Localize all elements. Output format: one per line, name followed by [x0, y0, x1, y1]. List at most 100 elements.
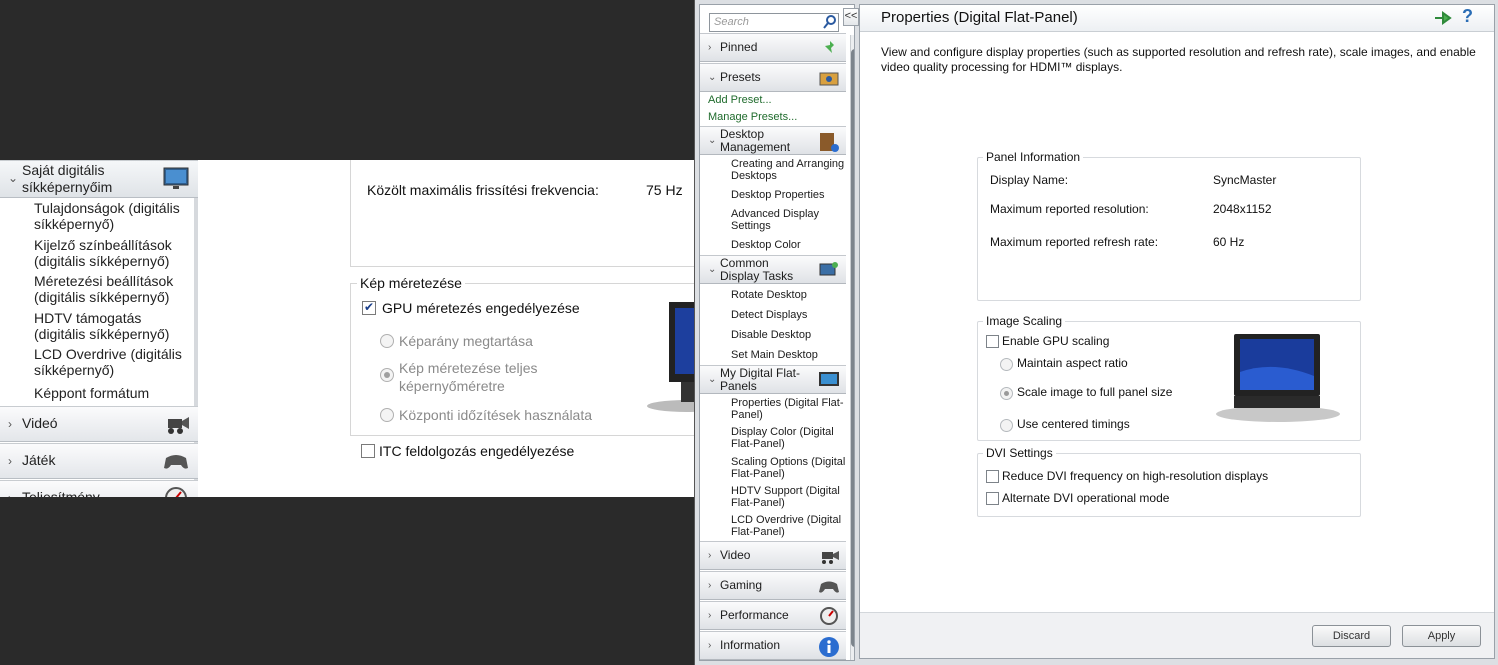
task-creating-arranging[interactable]: Creating and Arranging Desktops: [731, 158, 846, 182]
chevron-down-icon: ⌄: [708, 374, 717, 385]
hu-radio-centered[interactable]: [380, 408, 394, 422]
hu-refresh-value: 75 Hz: [646, 182, 683, 198]
enable-gpu-scaling-checkbox[interactable]: [986, 335, 999, 348]
full-panel-label: Scale image to full panel size: [1017, 385, 1173, 399]
page-header: Properties (Digital Flat-Panel) ?: [860, 5, 1494, 32]
hu-section-label: Teljesítmény: [22, 489, 100, 497]
hu-itc-checkbox[interactable]: [361, 444, 375, 458]
hu-section-gaming[interactable]: › Játék: [0, 443, 198, 479]
hu-radio-full[interactable]: [380, 368, 394, 382]
chevron-right-icon: ›: [8, 454, 12, 468]
task-properties-panel[interactable]: Properties (Digital Flat-Panel): [731, 397, 846, 421]
monitor-preview-image: [647, 302, 694, 412]
panel-info-legend: Panel Information: [983, 150, 1084, 164]
hu-radio-aspect[interactable]: [380, 334, 394, 348]
hu-section-label: Saját digitális síkképernyőim: [22, 162, 113, 195]
search-input[interactable]: Search: [709, 13, 839, 32]
help-icon[interactable]: ?: [1462, 6, 1473, 27]
max-resolution-label: Maximum reported resolution:: [990, 202, 1149, 216]
task-advanced-display[interactable]: Advanced Display Settings: [731, 208, 846, 232]
section-information[interactable]: › Information: [700, 631, 846, 660]
apply-button[interactable]: Apply: [1402, 625, 1481, 647]
task-desktop-color[interactable]: Desktop Color: [731, 239, 846, 251]
alternate-dvi-mode-checkbox[interactable]: [986, 492, 999, 505]
discard-button[interactable]: Discard: [1312, 625, 1391, 647]
section-my-panels[interactable]: ⌄ My Digital Flat-Panels: [700, 365, 846, 394]
image-scaling-group: Image Scaling Enable GPU scaling Maintai…: [977, 314, 1361, 441]
section-label: Presets: [720, 70, 761, 84]
max-refresh-label: Maximum reported refresh rate:: [990, 235, 1159, 249]
manage-presets-link[interactable]: Manage Presets...: [708, 111, 797, 123]
task-detect-displays[interactable]: Detect Displays: [731, 309, 846, 321]
search-icon[interactable]: [822, 14, 838, 30]
section-gaming[interactable]: › Gaming: [700, 571, 846, 600]
page-title: Properties (Digital Flat-Panel): [881, 9, 1078, 26]
hu-item-color[interactable]: Kijelző színbeállítások (digitális síkké…: [34, 237, 194, 269]
display-name-label: Display Name:: [990, 173, 1069, 187]
scrollbar-thumb[interactable]: [851, 49, 854, 647]
max-resolution-value: 2048x1152: [1213, 202, 1272, 216]
monitor-preview-image: [1216, 334, 1340, 422]
collapse-sidebar-button[interactable]: <<: [843, 8, 859, 26]
chevron-right-icon: ›: [708, 580, 712, 591]
camera-icon: [822, 551, 839, 564]
task-disable-desktop[interactable]: Disable Desktop: [731, 329, 846, 341]
task-rotate-desktop[interactable]: Rotate Desktop: [731, 289, 846, 301]
dvi-settings-group: DVI Settings Reduce DVI frequency on hig…: [977, 446, 1361, 517]
max-refresh-value: 60 Hz: [1213, 235, 1245, 249]
chevron-right-icon: ›: [708, 610, 712, 621]
add-preset-link[interactable]: Add Preset...: [708, 94, 772, 106]
reduce-dvi-frequency-checkbox[interactable]: [986, 470, 999, 483]
hu-scaling-legend: Kép méretezése: [357, 275, 465, 291]
task-scaling-options-panel[interactable]: Scaling Options (Digital Flat-Panel): [731, 456, 846, 480]
gamepad-icon: [164, 455, 188, 469]
panel-information-group: Panel Information Display Name: SyncMast…: [977, 150, 1361, 301]
hu-item-scaling[interactable]: Méretezési beállítások (digitális síkkép…: [34, 273, 194, 305]
task-set-main-desktop[interactable]: Set Main Desktop: [731, 349, 846, 361]
hu-item-hdtv[interactable]: HDTV támogatás (digitális síkképernyő): [34, 310, 194, 342]
hu-section-video[interactable]: › Videó: [0, 406, 198, 442]
hu-section-own-panels[interactable]: ⌄ Saját digitális síkképernyőim: [0, 160, 198, 198]
hu-item-overdrive[interactable]: LCD Overdrive (digitális síkképernyő): [34, 346, 194, 378]
action-bar: Discard Apply: [860, 612, 1494, 658]
hu-panel-info-box: Közölt maximális frissítési frekvencia: …: [350, 160, 694, 267]
chevron-right-icon: ›: [8, 417, 12, 431]
hu-item-properties[interactable]: Tulajdonságok (digitális síkképernyő): [34, 200, 194, 232]
centered-timings-radio[interactable]: [1000, 419, 1013, 432]
hu-gpu-scaling-checkbox[interactable]: [362, 300, 376, 315]
section-label: Pinned: [720, 40, 758, 54]
section-pinned[interactable]: › Pinned: [700, 33, 846, 62]
pin-icon[interactable]: [1433, 10, 1453, 26]
section-common-tasks[interactable]: ⌄ Common Display Tasks: [700, 255, 846, 284]
hu-section-performance[interactable]: › Teljesítmény: [0, 480, 198, 497]
hu-navigation: ⌄ Saját digitális síkképernyőim Tulajdon…: [0, 160, 198, 497]
hu-itc-label: ITC feldolgozás engedélyezése: [379, 443, 575, 459]
hu-main-content: Közölt maximális frissítési frekvencia: …: [202, 160, 694, 497]
hu-gpu-scaling-label: GPU méretezés engedélyezése: [382, 300, 580, 316]
section-video[interactable]: › Video: [700, 541, 846, 570]
alternate-dvi-mode-label: Alternate DVI operational mode: [1002, 491, 1170, 505]
section-performance[interactable]: › Performance: [700, 601, 846, 630]
centered-timings-label: Use centered timings: [1017, 417, 1130, 431]
image-scaling-legend: Image Scaling: [983, 314, 1066, 328]
hu-item-pixel-format[interactable]: Képpont formátum: [34, 385, 194, 401]
section-label: Video: [720, 548, 751, 562]
hu-refresh-label: Közölt maximális frissítési frekvencia:: [367, 182, 599, 198]
chevron-down-icon: ⌄: [708, 135, 717, 146]
section-label: Gaming: [720, 578, 763, 592]
monitor-icon: [819, 372, 839, 386]
properties-page: Properties (Digital Flat-Panel) ? View a…: [859, 4, 1495, 659]
display-name-value: SyncMaster: [1213, 173, 1277, 187]
chevron-down-icon: ⌄: [708, 72, 717, 83]
task-desktop-properties[interactable]: Desktop Properties: [731, 189, 846, 201]
maintain-aspect-radio[interactable]: [1000, 358, 1013, 371]
task-display-color-panel[interactable]: Display Color (Digital Flat-Panel): [731, 426, 846, 450]
hu-radio-centered-label: Központi időzítések használata: [399, 407, 593, 423]
task-lcd-overdrive-panel[interactable]: LCD Overdrive (Digital Flat-Panel): [731, 514, 846, 538]
hu-radio-full-label: Kép méretezése teljes képernyőméretre: [399, 360, 538, 394]
section-desktop-management[interactable]: ⌄ Desktop Management: [700, 126, 846, 155]
section-presets[interactable]: ⌄ Presets: [700, 63, 846, 92]
task-hdtv-support-panel[interactable]: HDTV Support (Digital Flat-Panel): [731, 485, 846, 509]
full-panel-radio[interactable]: [1000, 387, 1013, 400]
info-icon: [819, 637, 839, 657]
